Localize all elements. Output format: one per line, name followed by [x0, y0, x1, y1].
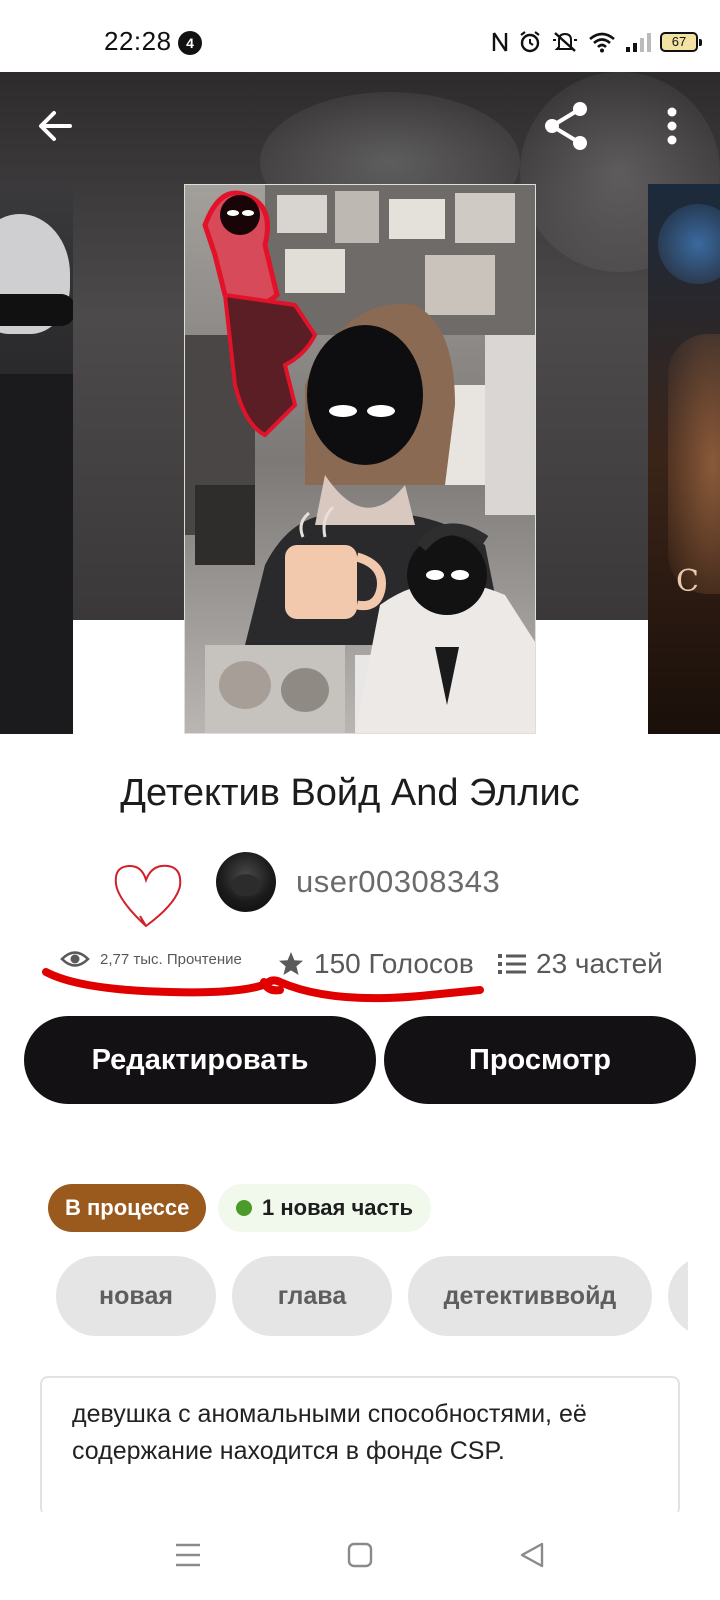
- status-bar: 22:28 4 67: [0, 0, 720, 72]
- tag-chip-partial[interactable]: [668, 1256, 688, 1336]
- star-icon: [279, 952, 303, 975]
- system-navigation-bar: [0, 1512, 720, 1600]
- more-options-button[interactable]: [644, 98, 700, 154]
- share-button[interactable]: [540, 98, 596, 154]
- home-square-icon: [347, 1542, 373, 1568]
- edit-button[interactable]: Редактировать: [24, 1016, 376, 1104]
- mute-bell-icon: [553, 32, 577, 52]
- share-icon: [545, 102, 587, 150]
- author-avatar[interactable]: [216, 852, 276, 912]
- vote-heart-button[interactable]: [110, 860, 186, 937]
- votes-stat: 150 Голосов: [278, 948, 474, 980]
- reads-count: 2,77 тыс. Прочтение: [100, 950, 242, 968]
- new-part-badge: 1 новая часть: [218, 1184, 432, 1232]
- description-line: девушка с аномальными способностями, её: [72, 1400, 587, 1428]
- status-icons: 67: [491, 30, 702, 54]
- notification-count-badge: 4: [178, 31, 202, 55]
- list-icon: [498, 954, 526, 974]
- eye-icon: [60, 951, 90, 967]
- alarm-icon: [520, 31, 540, 53]
- cover-artwork: [185, 185, 535, 733]
- back-nav-button[interactable]: [502, 1530, 562, 1580]
- status-time: 22:28: [104, 26, 172, 56]
- recent-apps-button[interactable]: [158, 1530, 218, 1580]
- new-part-label: 1 новая часть: [262, 1195, 414, 1220]
- votes-count: 150 Голосов: [314, 948, 474, 979]
- parts-stat: 23 частей: [498, 948, 663, 980]
- more-vertical-icon: [667, 107, 677, 145]
- author-name[interactable]: user00308343: [296, 864, 500, 900]
- tag-chip[interactable]: детективвойд: [408, 1256, 652, 1336]
- wifi-icon: [589, 32, 615, 53]
- in-progress-badge: В процессе: [48, 1184, 207, 1232]
- back-button[interactable]: [28, 98, 84, 154]
- reads-stat: 2,77 тыс. Прочтение: [60, 948, 242, 970]
- signal-icon: [626, 33, 651, 52]
- tag-chip[interactable]: глава: [232, 1256, 392, 1336]
- back-triangle-icon: [520, 1542, 544, 1568]
- new-indicator-dot: [236, 1200, 252, 1216]
- description-line: содержание находится в фонде CSP.: [72, 1437, 505, 1465]
- previous-book-cover[interactable]: [0, 184, 73, 734]
- tag-chip[interactable]: новая: [56, 1256, 216, 1336]
- description-box[interactable]: девушка с аномальными способностями, её …: [40, 1376, 680, 1516]
- back-arrow-icon: [39, 111, 72, 141]
- book-title: Детектив Войд And Эллис: [120, 772, 580, 814]
- next-book-cover[interactable]: C: [648, 184, 720, 734]
- parts-count: 23 частей: [536, 948, 663, 979]
- battery-indicator: 67: [660, 32, 702, 52]
- home-button[interactable]: [330, 1530, 390, 1580]
- heart-icon: [114, 864, 182, 928]
- tag-list: новая глава детективвойд: [56, 1256, 688, 1336]
- view-button[interactable]: Просмотр: [384, 1016, 696, 1104]
- description-text: девушка с аномальными способностями, её …: [72, 1396, 652, 1470]
- book-cover[interactable]: [184, 184, 536, 734]
- nfc-icon: [492, 32, 508, 52]
- menu-icon: [176, 1543, 200, 1567]
